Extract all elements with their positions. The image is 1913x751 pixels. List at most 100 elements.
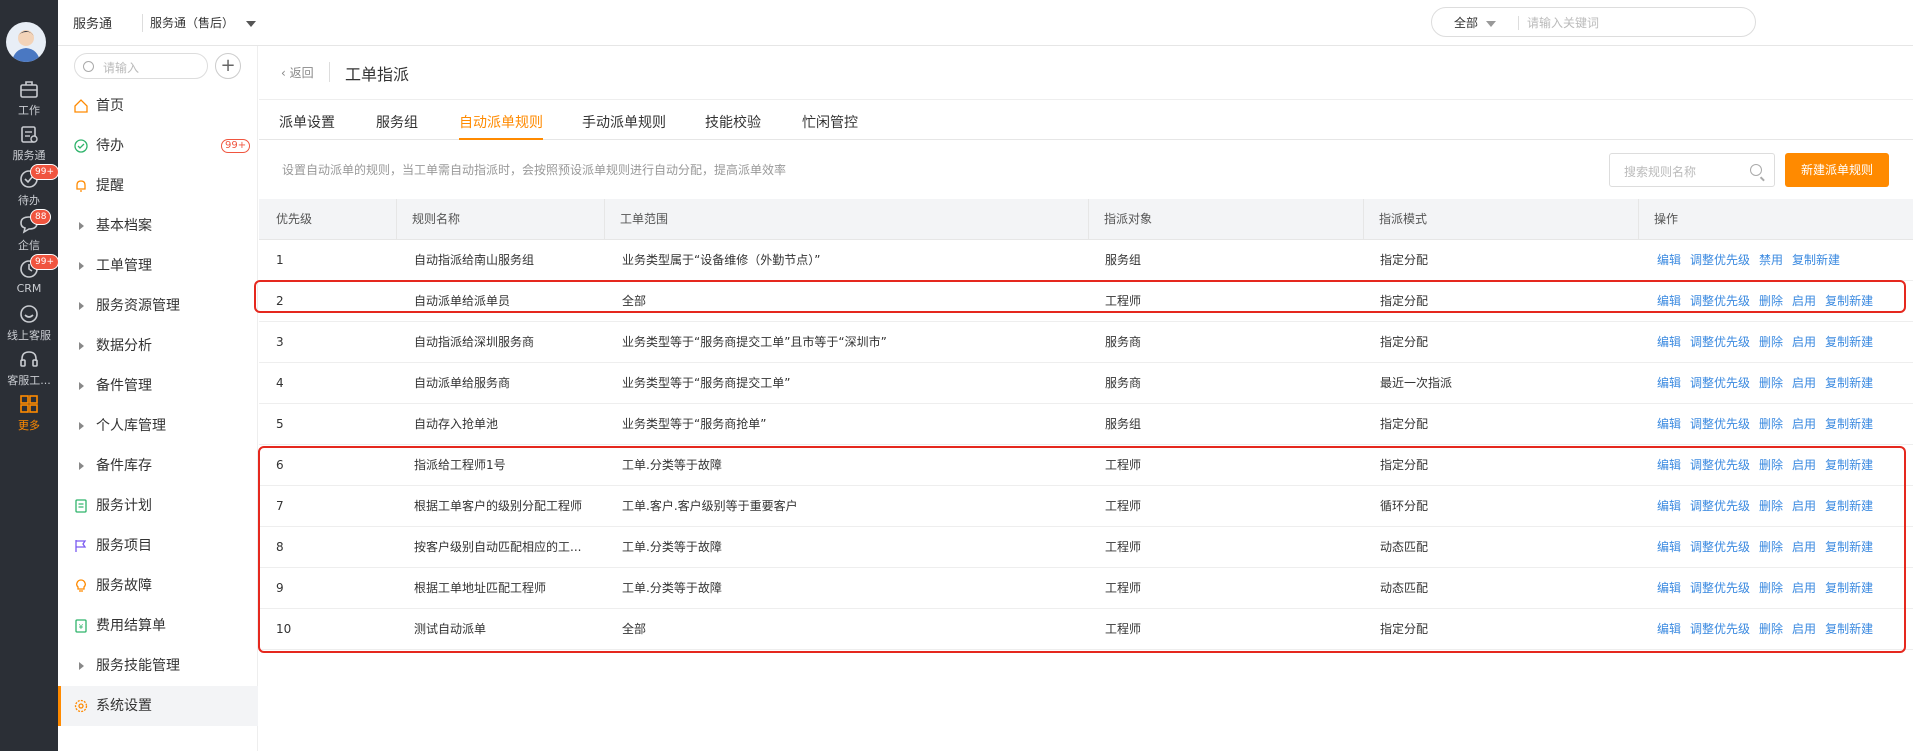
delete-link[interactable]: 删除 — [1759, 458, 1783, 472]
rule-search-input[interactable]: 搜索规则名称 — [1609, 153, 1775, 187]
adjust-priority-link[interactable]: 调整优先级 — [1690, 581, 1750, 595]
avatar[interactable] — [6, 22, 46, 62]
global-search[interactable]: 全部 请输入关键词 — [1431, 7, 1756, 37]
delete-link[interactable]: 删除 — [1759, 540, 1783, 554]
rail-item-online-support[interactable]: 线上客服 — [0, 303, 58, 351]
rail-item-support-desk[interactable]: 客服工... — [0, 348, 58, 396]
add-button[interactable]: + — [215, 53, 241, 79]
sidebar-item-basic-archive[interactable]: 基本档案 — [58, 206, 258, 246]
sidebar-item-system-settings[interactable]: 系统设置 — [58, 686, 258, 726]
column-header: 规则名称 — [396, 199, 604, 240]
copy-new-link[interactable]: 复制新建 — [1825, 458, 1873, 472]
rail-item-crm[interactable]: CRM 99+ — [0, 254, 59, 306]
copy-new-link[interactable]: 复制新建 — [1825, 540, 1873, 554]
sidebar-item-todo[interactable]: 待办 99+ — [58, 126, 258, 166]
copy-new-link[interactable]: 复制新建 — [1825, 622, 1873, 636]
sidebar-item-service-fault[interactable]: 服务故障 — [58, 566, 258, 606]
delete-link[interactable]: 删除 — [1759, 294, 1783, 308]
sidebar-item-expense-settlement[interactable]: ¥ 费用结算单 — [58, 606, 258, 646]
sidebar-item-personal-stock[interactable]: 个人库管理 — [58, 406, 258, 446]
enable-link[interactable]: 启用 — [1792, 540, 1816, 554]
cell-target: 服务组 — [1105, 253, 1142, 267]
delete-link[interactable]: 删除 — [1759, 581, 1783, 595]
adjust-priority-link[interactable]: 调整优先级 — [1690, 417, 1750, 431]
edit-link[interactable]: 编辑 — [1657, 622, 1681, 636]
back-link[interactable]: ‹ 返回 — [281, 64, 314, 81]
adjust-priority-link[interactable]: 调整优先级 — [1690, 458, 1750, 472]
tab-service-group[interactable]: 服务组 — [376, 112, 418, 140]
enable-link[interactable]: 启用 — [1792, 294, 1816, 308]
enable-link[interactable]: 启用 — [1792, 335, 1816, 349]
sidebar-item-service-plan[interactable]: 服务计划 — [58, 486, 258, 526]
chevron-down-icon — [246, 20, 257, 27]
enable-link[interactable]: 启用 — [1792, 458, 1816, 472]
adjust-priority-link[interactable]: 调整优先级 — [1690, 253, 1750, 267]
edit-link[interactable]: 编辑 — [1657, 417, 1681, 431]
sidebar-item-spare-parts[interactable]: 备件管理 — [58, 366, 258, 406]
tab-busy-control[interactable]: 忙闲管控 — [802, 112, 858, 140]
edit-link[interactable]: 编辑 — [1657, 335, 1681, 349]
sidebar-search-input[interactable]: 请输入 — [74, 53, 208, 79]
adjust-priority-link[interactable]: 调整优先级 — [1690, 622, 1750, 636]
edit-link[interactable]: 编辑 — [1657, 540, 1681, 554]
tab-auto-dispatch-rules[interactable]: 自动派单规则 — [459, 112, 543, 140]
adjust-priority-link[interactable]: 调整优先级 — [1690, 294, 1750, 308]
row-actions: 编辑 调整优先级 删除 启用 复制新建 — [1657, 322, 1882, 363]
chevron-right-icon — [79, 342, 84, 350]
adjust-priority-link[interactable]: 调整优先级 — [1690, 376, 1750, 390]
sidebar-item-work-order[interactable]: 工单管理 — [58, 246, 258, 286]
copy-new-link[interactable]: 复制新建 — [1825, 294, 1873, 308]
cell-target: 工程师 — [1105, 622, 1142, 636]
sidebar-item-home[interactable]: 首页 — [58, 86, 258, 126]
delete-link[interactable]: 删除 — [1759, 376, 1783, 390]
edit-link[interactable]: 编辑 — [1657, 458, 1681, 472]
adjust-priority-link[interactable]: 调整优先级 — [1690, 540, 1750, 554]
enable-link[interactable]: 启用 — [1792, 581, 1816, 595]
rail-item-more[interactable]: 更多 — [0, 393, 58, 441]
sidebar-item-service-project[interactable]: 服务项目 — [58, 526, 258, 566]
edit-link[interactable]: 编辑 — [1657, 499, 1681, 513]
enable-link[interactable]: 启用 — [1792, 417, 1816, 431]
disable-link[interactable]: 禁用 — [1759, 253, 1783, 267]
tab-dispatch-settings[interactable]: 派单设置 — [279, 112, 335, 140]
copy-new-link[interactable]: 复制新建 — [1825, 417, 1873, 431]
sidebar-item-parts-inventory[interactable]: 备件库存 — [58, 446, 258, 486]
tab-manual-dispatch-rules[interactable]: 手动派单规则 — [582, 112, 666, 140]
adjust-priority-link[interactable]: 调整优先级 — [1690, 335, 1750, 349]
row-actions: 编辑 调整优先级 删除 启用 复制新建 — [1657, 568, 1882, 609]
sidebar-item-data-analysis[interactable]: 数据分析 — [58, 326, 258, 366]
sidebar-item-service-resource[interactable]: 服务资源管理 — [58, 286, 258, 326]
adjust-priority-link[interactable]: 调整优先级 — [1690, 499, 1750, 513]
edit-link[interactable]: 编辑 — [1657, 294, 1681, 308]
new-rule-button[interactable]: 新建派单规则 — [1785, 153, 1889, 187]
enable-link[interactable]: 启用 — [1792, 622, 1816, 636]
cell-scope: 业务类型属于“设备维修（外勤节点）” — [622, 253, 821, 267]
tab-skill-check[interactable]: 技能校验 — [705, 112, 761, 140]
copy-new-link[interactable]: 复制新建 — [1792, 253, 1840, 267]
copy-new-link[interactable]: 复制新建 — [1825, 581, 1873, 595]
rail-item-todo[interactable]: 待办 99+ — [0, 164, 59, 216]
table-row: 6 指派给工程师1号 工单.分类等于故障 工程师 指定分配 编辑 调整优先级 删除 启用 复制新建 — [259, 445, 1913, 486]
enable-link[interactable]: 启用 — [1792, 499, 1816, 513]
copy-new-link[interactable]: 复制新建 — [1825, 499, 1873, 513]
cell-scope: 业务类型等于“服务商抢单” — [622, 417, 767, 431]
global-search-input[interactable]: 请输入关键词 — [1527, 14, 1599, 31]
delete-link[interactable]: 删除 — [1759, 622, 1783, 636]
search-scope-select[interactable]: 全部 — [1454, 14, 1497, 31]
sidebar-item-skill-management[interactable]: 服务技能管理 — [58, 646, 258, 686]
delete-link[interactable]: 删除 — [1759, 335, 1783, 349]
chevron-down-icon — [1486, 20, 1497, 27]
enable-link[interactable]: 启用 — [1792, 376, 1816, 390]
edit-link[interactable]: 编辑 — [1657, 253, 1681, 267]
copy-new-link[interactable]: 复制新建 — [1825, 335, 1873, 349]
edit-link[interactable]: 编辑 — [1657, 376, 1681, 390]
delete-link[interactable]: 删除 — [1759, 499, 1783, 513]
sidebar-item-reminder[interactable]: 提醒 — [58, 166, 258, 206]
copy-new-link[interactable]: 复制新建 — [1825, 376, 1873, 390]
app-switcher[interactable]: 服务通（售后） — [150, 14, 257, 31]
edit-link[interactable]: 编辑 — [1657, 581, 1681, 595]
delete-link[interactable]: 删除 — [1759, 417, 1783, 431]
rail-item-work[interactable]: 工作 — [0, 78, 58, 126]
cell-priority: 2 — [276, 294, 284, 308]
column-header: 指派对象 — [1088, 199, 1363, 240]
